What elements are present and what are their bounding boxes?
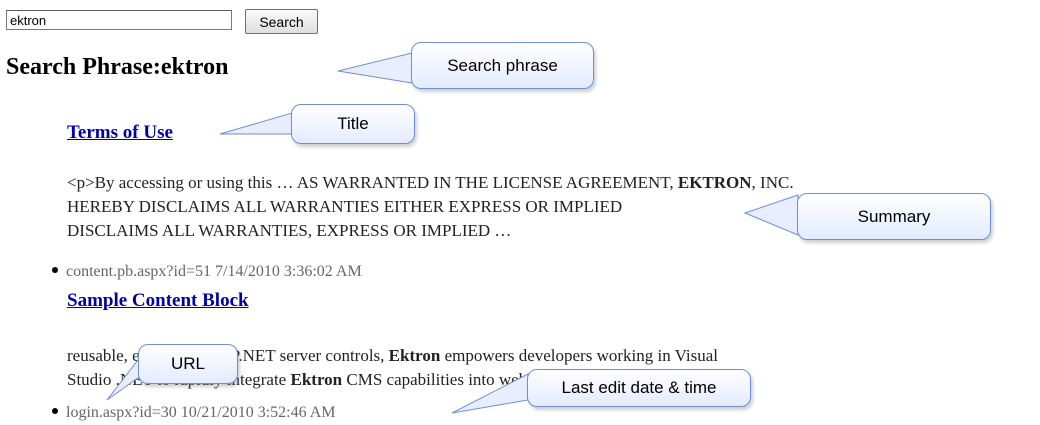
summary-keyword: EKTRON [677,173,752,192]
page-title: Search Phrase:ektron [6,51,228,83]
result-date: 10/21/2010 3:52:46 AM [180,404,336,421]
last-edit-callout: Last edit date & time [527,369,751,407]
list-bullet [52,267,58,274]
search-input[interactable] [6,10,232,30]
summary-keyword: Ektron [290,370,343,389]
url-callout: URL [138,344,238,384]
result-url: login.aspx?id=30 [66,404,177,421]
summary-callout: Summary [797,193,991,240]
result-url: content.pb.aspx?id=51 [66,263,211,280]
title-pointer [219,112,293,135]
list-bullet [52,408,58,415]
page-title-phrase: ektron [160,54,229,80]
search-phrase-pointer [337,52,413,84]
result-meta: content.pb.aspx?id=51 7/14/2010 3:36:02 … [52,262,362,282]
result-title-link[interactable]: Terms of Use [67,122,173,144]
result-date: 7/14/2010 3:36:02 AM [215,263,362,280]
search-phrase-callout: Search phrase [411,42,594,89]
result-title-link[interactable]: Sample Content Block [67,290,249,312]
summary-keyword: Ektron [388,346,441,365]
title-callout: Title [291,104,415,144]
result-meta: login.aspx?id=30 10/21/2010 3:52:46 AM [52,403,335,423]
summary-line: <p>By accessing or using this … AS WARRA… [67,173,794,192]
search-button[interactable]: Search [245,9,318,34]
page-title-label: Search Phrase: [6,54,161,80]
